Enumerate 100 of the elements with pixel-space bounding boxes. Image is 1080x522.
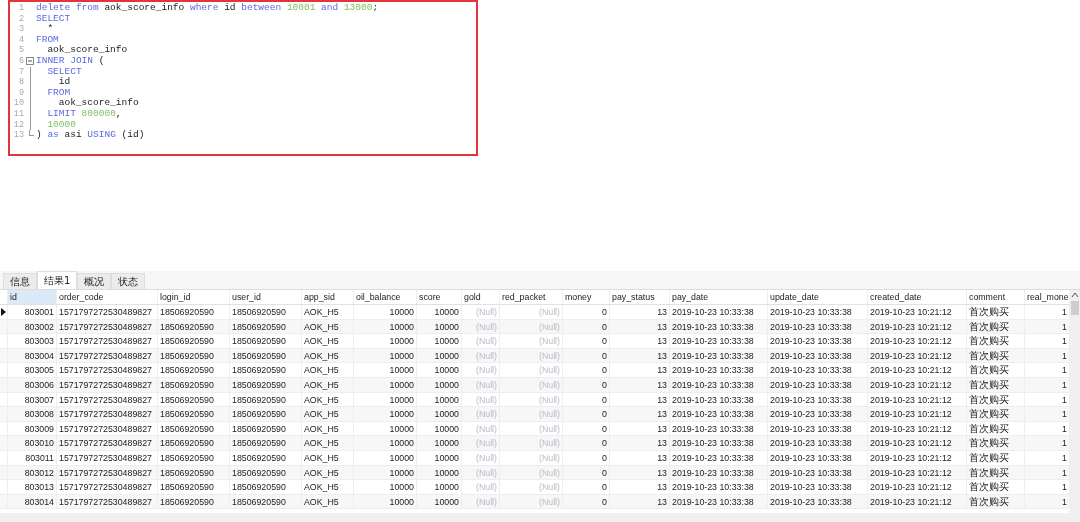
sql-editor[interactable] — [8, 0, 478, 156]
table-cell: AOK_H5 — [302, 436, 354, 450]
column-header[interactable]: app_sid — [302, 290, 354, 304]
table-cell: 2019-10-23 10:33:38 — [670, 305, 768, 319]
collapse-icon[interactable] — [26, 57, 34, 66]
column-header[interactable]: money — [563, 290, 610, 304]
table-cell: AOK_H5 — [302, 334, 354, 348]
table-cell: 首次购买 — [967, 465, 1025, 480]
table-cell: 2019-10-23 10:33:38 — [768, 407, 868, 421]
table-cell: 18506920590 — [158, 377, 230, 392]
table-cell: 803007 — [8, 392, 57, 407]
table-cell: 2019-10-23 10:21:12 — [868, 480, 967, 494]
column-header[interactable]: pay_status — [610, 290, 670, 304]
table-cell: (Null) — [500, 305, 563, 319]
line-number: 5 — [17, 45, 24, 56]
column-header[interactable]: pay_date — [670, 290, 768, 304]
table-cell: (Null) — [462, 363, 500, 377]
table-cell: 803013 — [8, 480, 57, 494]
table-cell: 18506920590 — [158, 494, 230, 509]
table-cell: (Null) — [462, 421, 500, 436]
table-cell: (Null) — [462, 450, 500, 465]
table-cell: 18506920590 — [230, 363, 302, 377]
table-cell: 2019-10-23 10:33:38 — [670, 319, 768, 334]
table-cell: (Null) — [462, 305, 500, 319]
table-cell: (Null) — [500, 319, 563, 334]
table-cell: 1571797272530489827 — [57, 480, 158, 494]
table-cell: 2019-10-23 10:33:38 — [768, 348, 868, 363]
code-line: LIMIT 800000, — [46, 108, 122, 120]
result-tab[interactable]: 信息 — [3, 273, 37, 289]
table-cell: (Null) — [500, 494, 563, 509]
table-cell: 首次购买 — [967, 377, 1025, 392]
table-cell: 13 — [610, 465, 670, 480]
scroll-up-icon[interactable] — [1071, 292, 1079, 298]
table-cell: 803009 — [8, 421, 57, 436]
column-header[interactable]: created_date — [868, 290, 967, 304]
line-number: 13 — [12, 130, 24, 141]
result-tab[interactable]: 概况 — [77, 273, 112, 289]
table-cell: 18506920590 — [158, 450, 230, 465]
table-cell: 2019-10-23 10:21:12 — [868, 305, 967, 319]
table-cell: 803011 — [8, 450, 57, 465]
table-cell: 10000 — [417, 421, 462, 436]
column-header[interactable]: oil_balance — [354, 290, 417, 304]
table-cell: 2019-10-23 10:33:38 — [670, 407, 768, 421]
table-cell: AOK_H5 — [302, 377, 354, 392]
table-cell: 13 — [610, 436, 670, 450]
column-header[interactable]: comment — [967, 290, 1025, 304]
code-line: INNER JOIN ( — [36, 55, 105, 67]
table-cell: 首次购买 — [967, 392, 1025, 407]
table-cell: 2019-10-23 10:21:12 — [868, 392, 967, 407]
table-cell: 1571797272530489827 — [57, 348, 158, 363]
table-cell: 10000 — [417, 436, 462, 450]
table-cell: 10000 — [354, 407, 417, 421]
table-cell: 10000 — [354, 363, 417, 377]
line-number: 12 — [12, 119, 24, 131]
table-cell: 10000 — [417, 480, 462, 494]
table-cell: 1571797272530489827 — [57, 465, 158, 480]
column-header[interactable]: score — [417, 290, 462, 304]
table-cell: 10000 — [417, 305, 462, 319]
column-header[interactable]: login_id — [158, 290, 230, 304]
table-cell: 0 — [563, 494, 610, 509]
table-cell: 2019-10-23 10:33:38 — [670, 363, 768, 377]
line-number: 2 — [17, 13, 24, 25]
table-cell: 10000 — [354, 465, 417, 480]
table-cell: 18506920590 — [158, 348, 230, 363]
scrollbar-thumb[interactable] — [1071, 301, 1079, 315]
table-cell: 2019-10-23 10:33:38 — [768, 494, 868, 509]
column-header[interactable]: gold — [462, 290, 500, 304]
table-cell: 首次购买 — [967, 319, 1025, 334]
table-cell: 2019-10-23 10:33:38 — [768, 319, 868, 334]
column-header[interactable]: id — [8, 290, 57, 304]
table-cell: (Null) — [500, 407, 563, 421]
table-cell: (Null) — [500, 377, 563, 392]
table-cell: 0 — [563, 392, 610, 407]
table-cell: 13 — [610, 392, 670, 407]
column-header[interactable]: red_packet — [500, 290, 563, 304]
table-cell: 18506920590 — [158, 465, 230, 480]
table-cell: 0 — [563, 450, 610, 465]
column-header[interactable]: order_code — [57, 290, 158, 304]
table-cell: 803014 — [8, 494, 57, 509]
table-cell: 2019-10-23 10:33:38 — [768, 436, 868, 450]
table-cell: 2019-10-23 10:21:12 — [868, 465, 967, 480]
table-cell: 2019-10-23 10:33:38 — [768, 421, 868, 436]
table-cell: 2019-10-23 10:33:38 — [670, 494, 768, 509]
table-cell: 1571797272530489827 — [57, 377, 158, 392]
table-cell: 18506920590 — [158, 363, 230, 377]
line-number: 1 — [17, 3, 24, 14]
result-tab[interactable]: 结果1 — [37, 271, 78, 289]
table-cell: 13 — [610, 494, 670, 509]
table-cell: 首次购买 — [967, 363, 1025, 377]
table-cell: 2019-10-23 10:21:12 — [868, 363, 967, 377]
result-tab[interactable]: 状态 — [111, 273, 146, 289]
table-cell: 1571797272530489827 — [57, 319, 158, 334]
table-cell: 2019-10-23 10:33:38 — [768, 450, 868, 465]
table-cell: 13 — [610, 319, 670, 334]
column-header[interactable]: update_date — [768, 290, 868, 304]
table-cell: 2019-10-23 10:21:12 — [868, 421, 967, 436]
column-header[interactable]: user_id — [230, 290, 302, 304]
table-cell: AOK_H5 — [302, 319, 354, 334]
code-line: delete from aok_score_info where id between 10001 and 13000; — [36, 3, 379, 14]
table-cell: 1571797272530489827 — [57, 407, 158, 421]
